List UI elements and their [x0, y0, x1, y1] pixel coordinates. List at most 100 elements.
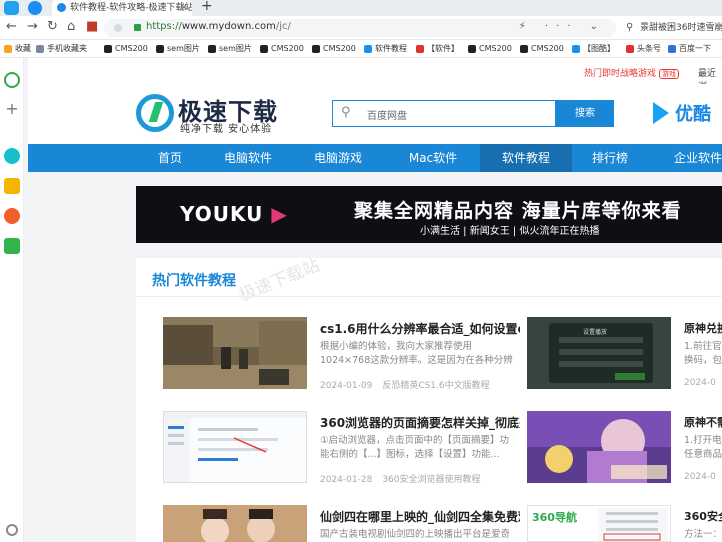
top-notice-bar: 热门即时战略游戏游戏 最近浏 [28, 58, 722, 92]
sidebar-weibo-icon[interactable] [4, 208, 20, 224]
bookmark-label: 收藏 [15, 44, 31, 53]
url-host: www.mydown.com [181, 21, 276, 32]
article-thumb-dialog[interactable]: 设置播放 [527, 317, 671, 389]
nav-item-enterprise[interactable]: 企业软件 [658, 144, 722, 172]
article-title[interactable]: cs1.6用什么分辨率最合适_如何设置cs1... [320, 320, 520, 337]
article-desc: 根据小编的体验，我向大家推荐使用1024×768这款分辨率。这是因为在各种分辨率… [320, 341, 513, 366]
sidebar-mail-icon[interactable] [4, 238, 20, 254]
bookmark-favicon-icon [626, 45, 634, 53]
bookmark-item[interactable]: sem图片 [208, 43, 252, 55]
hot-games-link[interactable]: 热门即时战略游戏 游戏 [584, 66, 680, 79]
home-icon[interactable]: ⌂ [67, 19, 75, 34]
sidebar-home-icon[interactable] [4, 72, 20, 88]
close-tab-icon[interactable]: × [180, 0, 188, 16]
bookmark-label: 头条号 [637, 44, 661, 53]
article-tag[interactable]: 360安全浏览器使用教程 [382, 475, 480, 485]
bookmark-item[interactable]: CMS200 [104, 43, 148, 55]
youku-ad-logo[interactable]: 优酷 [653, 100, 711, 126]
article-tag[interactable]: 反恐精英CS1.6中文版教程 [382, 381, 489, 391]
new-tab-icon[interactable]: + [201, 0, 213, 14]
back-arrow-icon[interactable]: ← [6, 19, 17, 34]
site-search-form: ⚲ 百度网盘 搜索 [332, 100, 614, 127]
reload-icon[interactable]: ↻ [47, 19, 58, 34]
browser-toolbar: ← → ↻ ⌂ ■ https://www.mydown.com/jc/ ⚡ ·… [0, 16, 722, 40]
article-thumb-genshin[interactable] [527, 411, 671, 483]
tutorials-section: 热门软件教程 极速下载站 cs1.6用什么分辨率最合适_如何设置cs1... 根… [136, 256, 722, 542]
article-date: 2024-0 [684, 378, 716, 388]
bookmark-label: 【图酷】 [583, 44, 615, 53]
bookmark-item[interactable]: 手机收藏夹 [36, 43, 87, 55]
browser-search-box[interactable]: ⚲ 景甜被困36时速雪崩 [624, 19, 722, 37]
browser-logo-icon[interactable] [4, 1, 19, 15]
bookmark-favicon-icon [36, 45, 44, 53]
bookmark-item[interactable]: 头条号 [626, 43, 661, 55]
banner-headline: 聚集全网精品内容 海量片库等你来看 [354, 200, 682, 222]
sidebar-favorites-icon[interactable] [4, 178, 20, 194]
bookmark-item[interactable]: 软件教程 [364, 43, 407, 55]
bookmark-label: 软件教程 [375, 44, 407, 53]
sidebar-add-icon[interactable]: + [4, 101, 20, 118]
sidebar-app-icon[interactable] [4, 148, 20, 164]
article-title[interactable]: 仙剑四在哪里上映的_仙剑四全集免费观... [320, 508, 520, 525]
site-search-input[interactable]: 百度网盘 [367, 107, 407, 122]
bookmark-favicon-icon [668, 45, 676, 53]
bookmark-item[interactable]: CMS200 [312, 43, 356, 55]
address-url[interactable]: https://www.mydown.com/jc/ [146, 21, 291, 32]
bookmark-item[interactable]: 收藏 [4, 43, 31, 55]
bookmark-label: sem图片 [167, 44, 200, 53]
sidebar-settings-icon[interactable] [6, 524, 18, 536]
article-title[interactable]: 原神不需 [684, 414, 722, 430]
browser-tab-active[interactable]: 软件教程-软件攻略-极速下载站 × [52, 0, 192, 16]
site-logo-icon[interactable] [136, 94, 174, 132]
article-thumb-cs16[interactable] [163, 317, 307, 389]
article-thumb-360browser[interactable] [163, 411, 307, 483]
address-bar[interactable]: https://www.mydown.com/jc/ ⚡ ··· ⌄ [104, 19, 616, 37]
bookmark-label: 百度一下 [679, 44, 711, 53]
bookmark-favicon-icon [468, 45, 476, 53]
bookmark-item[interactable]: sem图片 [156, 43, 200, 55]
bookmark-favicon-icon [312, 45, 320, 53]
bookmark-item[interactable]: CMS200 [468, 43, 512, 55]
browser-profile-icon[interactable] [28, 1, 42, 15]
bookmark-favicon-icon [520, 45, 528, 53]
bookmark-item[interactable]: CMS200 [520, 43, 564, 55]
article-desc: 国产古装电视剧仙剑四的上映播出平台是爱奇艺 [320, 529, 511, 540]
main-nav: 首页 电脑软件 电脑游戏 Mac软件 软件教程 排行榜 企业软件 [28, 144, 722, 172]
article-thumb-xianjian[interactable] [163, 505, 307, 542]
article-date: 2024-01-09 [320, 381, 373, 391]
bookmark-item[interactable]: CMS200 [260, 43, 304, 55]
article-meta: 2024-01-28 360安全浏览器使用教程 [320, 472, 481, 485]
banner-play-icon: ▶ [271, 202, 288, 226]
article-desc: 任意商品的 [684, 449, 722, 460]
bookmark-item[interactable]: 百度一下 [668, 43, 711, 55]
article-title[interactable]: 360安全 [684, 508, 722, 524]
hot-badge: 游戏 [659, 69, 680, 79]
nav-item-pc-software[interactable]: 电脑软件 [208, 144, 288, 172]
nav-item-tutorials[interactable]: 软件教程 [480, 144, 572, 172]
article-title[interactable]: 360浏览器的页面摘要怎样关掉_彻底关... [320, 414, 520, 431]
site-info-icon[interactable] [114, 24, 122, 32]
bookmark-favicon-icon [364, 45, 372, 53]
nav-item-home[interactable]: 首页 [138, 144, 202, 172]
bookmark-favicon-icon [208, 45, 216, 53]
youku-banner[interactable]: YOUKU ▶ 聚集全网精品内容 海量片库等你来看 小满生活 | 新闻女王 | … [136, 186, 722, 243]
nav-item-mac-software[interactable]: Mac软件 [388, 144, 478, 172]
bookmark-item[interactable]: 【软件】 [416, 43, 459, 55]
extension-icon[interactable]: ■ [86, 19, 98, 34]
watermark-text: 极速下载站 [236, 255, 323, 307]
banner-subtitle: 小满生活 | 新闻女王 | 似火流年正在热播 [420, 226, 600, 237]
site-search-button[interactable]: 搜索 [556, 100, 614, 127]
bookmark-label: sem图片 [219, 44, 252, 53]
bookmark-label: CMS200 [271, 44, 304, 53]
browser-search-text: 景甜被困36时速雪崩 [640, 23, 722, 33]
cs16-screenshot [163, 317, 307, 389]
nav-item-rankings[interactable]: 排行榜 [578, 144, 642, 172]
bookmark-item[interactable]: 【图酷】 [572, 43, 615, 55]
article-title[interactable]: 原神兑换 [684, 320, 722, 336]
nav-item-pc-games[interactable]: 电脑游戏 [298, 144, 378, 172]
forward-arrow-icon[interactable]: → [27, 19, 38, 34]
address-action-icons[interactable]: ⚡ ··· ⌄ [519, 21, 606, 32]
banner-youku-logo: YOUKU ▶ [180, 202, 288, 226]
bookmarks-bar: 收藏 手机收藏夹 CMS200 sem图片 sem图片 CMS200 CMS200 软件教程 【… [0, 40, 722, 58]
article-thumb-360nav[interactable]: 360导航 [527, 505, 671, 542]
